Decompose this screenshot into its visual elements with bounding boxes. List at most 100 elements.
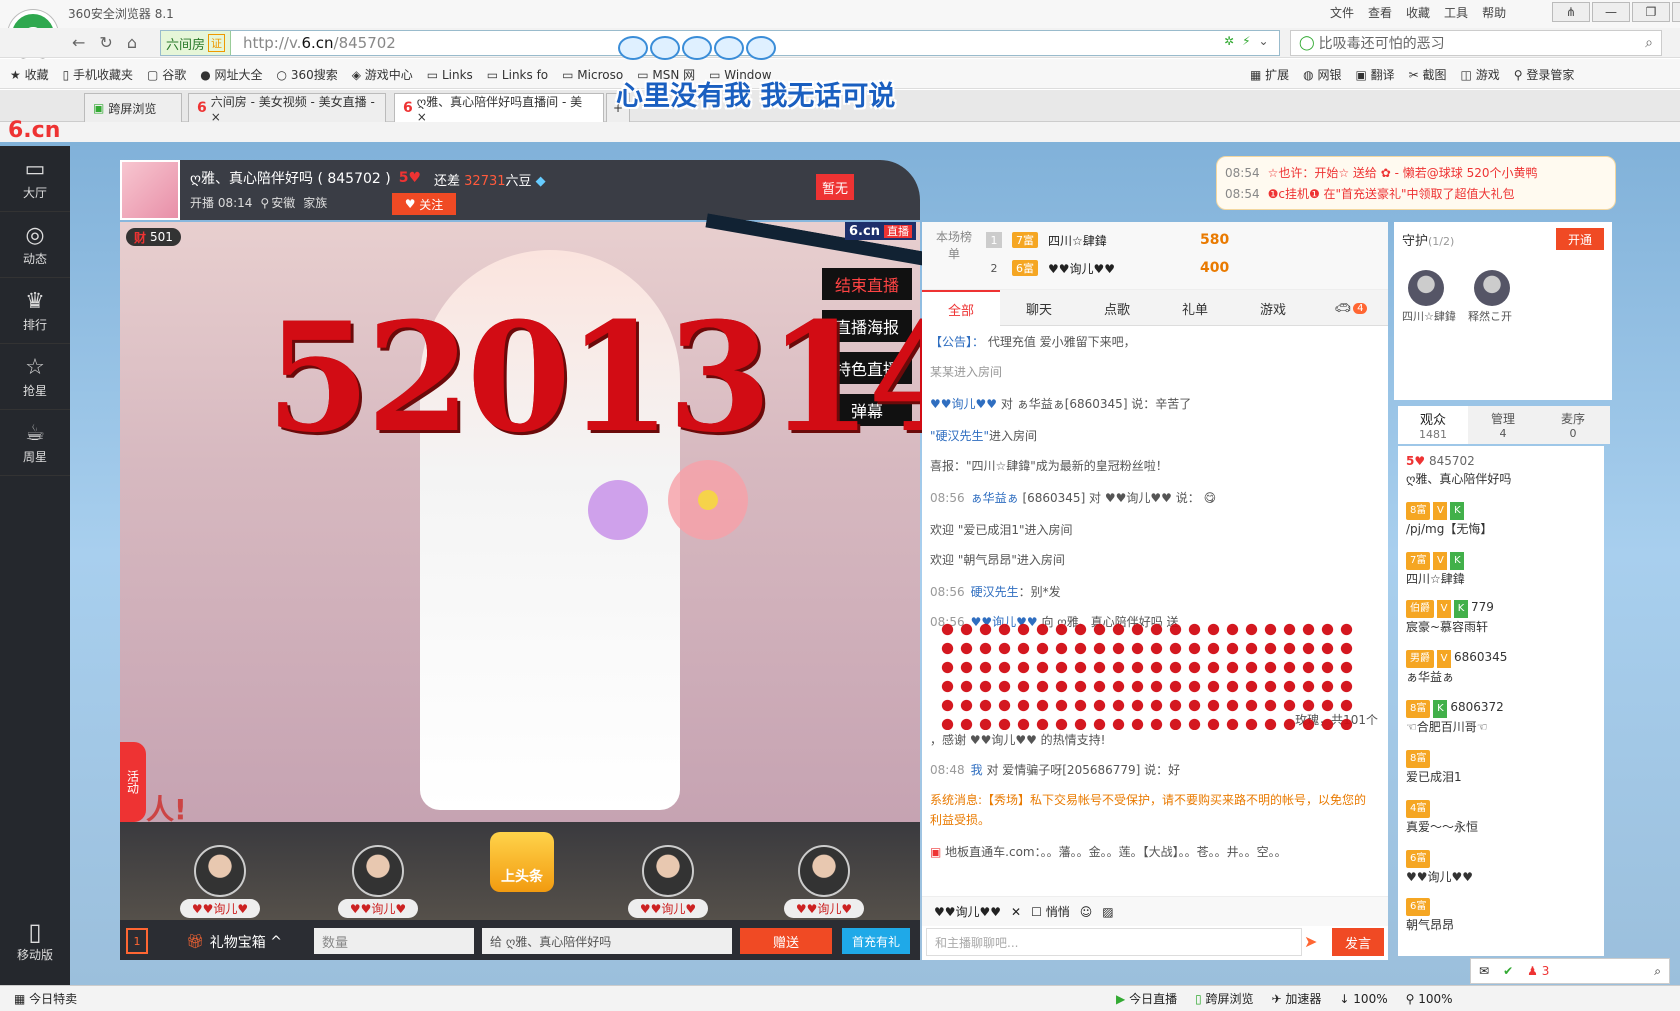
site-logo[interactable]: 6.cn xyxy=(8,118,60,143)
list-item[interactable]: 男爵 V 6860345 ぁ华益ぁ xyxy=(1406,648,1507,686)
rank-label[interactable]: 本场榜单 xyxy=(936,228,972,262)
nav-feed[interactable]: ◎ 动态 xyxy=(0,212,70,278)
quantity-input[interactable]: 数量 xyxy=(314,928,474,954)
home-icon[interactable]: ⌂ xyxy=(127,33,137,52)
search-box[interactable]: ◯ 比吸毒还可怕的恶习 ⌕ xyxy=(1290,30,1662,56)
tab-6cn-home[interactable]: 6 六间房 - 美女视频 - 美女直播 - × xyxy=(188,93,386,124)
bookmark-item[interactable]: ● 网址大全 xyxy=(200,66,262,83)
bookmark-item[interactable]: ○ 360搜索 xyxy=(277,66,338,83)
status-accelerator[interactable]: ✈ 加速器 xyxy=(1272,990,1322,1007)
fan-slot[interactable]: ♥♥询儿♥ xyxy=(776,830,872,918)
nav-rank[interactable]: ♛ 排行 xyxy=(0,278,70,344)
fan-slot[interactable]: ♥♥询儿♥ xyxy=(172,830,268,918)
status-zoom[interactable]: ⚲ 100% xyxy=(1406,992,1453,1006)
tool-login-manager[interactable]: ⚲ 登录管家 xyxy=(1514,66,1575,83)
menu-view[interactable]: 查看 xyxy=(1368,4,1392,21)
bookmark-item[interactable]: ★ 收藏 xyxy=(10,66,49,83)
car-icon[interactable]: 🚗︎ 4 xyxy=(1312,290,1390,326)
url-text[interactable]: http://v.6.cn/845702 xyxy=(243,34,396,52)
list-item[interactable]: 4富 真爱～～永恒 xyxy=(1406,798,1478,836)
list-item[interactable]: 伯爵 V K 779 宸豪~慕容雨轩 xyxy=(1406,598,1494,636)
list-item[interactable]: 8富 V K/pj/mg【无悔】 xyxy=(1406,500,1492,538)
first-recharge-button[interactable]: 首充有礼 xyxy=(842,928,910,954)
pin-button[interactable]: ⋔ xyxy=(1552,2,1590,22)
nav-weekly[interactable]: ☕ 周星 xyxy=(0,410,70,476)
bookmark-item[interactable]: ▢ 谷歌 xyxy=(147,66,186,83)
tab-mic-queue[interactable]: 麦序 0 xyxy=(1538,406,1608,444)
tool-translate[interactable]: ▣ 翻译 xyxy=(1355,66,1394,83)
bookmark-item[interactable]: ▭ Links xyxy=(427,68,473,82)
mail-icon[interactable]: ✉ xyxy=(1479,964,1489,978)
tab-games[interactable]: 游戏 xyxy=(1234,290,1312,326)
tool-screenshot[interactable]: ✂ 截图 xyxy=(1409,66,1447,83)
anchor-avatar[interactable] xyxy=(120,160,180,220)
bookmark-item[interactable]: ▭ Links fo xyxy=(487,68,548,82)
fan-slot[interactable]: ♥♥询儿♥ xyxy=(330,830,426,918)
tab-giftlist[interactable]: 礼单 xyxy=(1156,290,1234,326)
bookmark-item[interactable]: ◈ 游戏中心 xyxy=(352,66,413,83)
tool-ebank[interactable]: ◍ 网银 xyxy=(1303,66,1341,83)
status-cross-screen[interactable]: ▯ 跨屏浏览 xyxy=(1195,990,1253,1007)
tab-cross-screen[interactable]: ▣ 跨屏浏览 xyxy=(84,93,182,122)
search-input[interactable]: 比吸毒还可怕的恶习 xyxy=(1319,33,1445,53)
back-icon[interactable]: ← xyxy=(72,33,85,52)
menu-help[interactable]: 帮助 xyxy=(1482,4,1506,21)
nav-hall[interactable]: ▭ 大厅 xyxy=(0,146,70,212)
tab-all[interactable]: 全部 xyxy=(922,290,1000,326)
chat-target[interactable]: ♥♥询儿♥♥ xyxy=(934,903,1001,920)
list-item[interactable]: 8富 K 6806372 ☜合肥百川哥☜ xyxy=(1406,698,1504,736)
tool-games[interactable]: ◫ 游戏 xyxy=(1461,66,1500,83)
emoji-icon[interactable]: ☺ xyxy=(1080,905,1093,919)
minimize-button[interactable]: — xyxy=(1592,2,1630,22)
nav-star[interactable]: ☆ 抢星 xyxy=(0,344,70,410)
bookmark-item[interactable]: ▯ 手机收藏夹 xyxy=(63,66,133,83)
maximize-button[interactable]: ❐ xyxy=(1632,2,1670,22)
menu-favorites[interactable]: 收藏 xyxy=(1406,4,1430,21)
send-arrow-icon[interactable]: ➤ xyxy=(1304,932,1317,951)
user-icon[interactable]: ♟ 3 xyxy=(1527,964,1549,978)
guard-avatar[interactable] xyxy=(1408,270,1444,306)
send-gift-button[interactable]: 赠送 xyxy=(740,928,832,954)
site-identity-chip[interactable]: 六间房 证 xyxy=(161,31,232,55)
check-icon[interactable]: ✔ xyxy=(1503,964,1513,978)
tab-live-room[interactable]: 6 ღ雅、真心陪伴好吗直播间 - 美 × xyxy=(394,93,604,124)
tab-audience[interactable]: 观众 1481 xyxy=(1398,406,1468,444)
mobile-version[interactable]: ▯ 移动版 xyxy=(8,918,62,963)
list-item[interactable]: 7富 V K 四川☆肆鍏 xyxy=(1406,550,1467,588)
tab-song[interactable]: 点歌 xyxy=(1078,290,1156,326)
list-item[interactable]: 5♥ 845702 ღ雅、真心陪伴好吗 xyxy=(1406,452,1511,488)
follow-button[interactable]: ♥ 关注 xyxy=(392,193,456,215)
speed-icon[interactable]: ✲ xyxy=(1224,34,1234,48)
close-button[interactable]: ✕ xyxy=(1672,2,1680,22)
wallet-icon[interactable]: 1 xyxy=(126,928,148,954)
status-today-live[interactable]: ▶ 今日直播 xyxy=(1116,990,1177,1007)
search-icon[interactable]: ⌕ xyxy=(1645,35,1653,51)
status-download[interactable]: ↓ 100% xyxy=(1339,992,1387,1006)
fan-slot[interactable]: ♥♥询儿♥ xyxy=(620,830,716,918)
open-guard-button[interactable]: 开通 xyxy=(1556,228,1604,250)
activity-tab[interactable]: 活动 xyxy=(120,742,146,822)
headline-button[interactable]: 上头条 xyxy=(490,832,554,892)
send-message-button[interactable]: 发言 xyxy=(1332,928,1384,956)
search-icon[interactable]: ⌕ xyxy=(1654,964,1661,979)
image-icon[interactable]: ▨ xyxy=(1102,905,1113,919)
rank-row[interactable]: 2 6富 ♥♥询儿♥♥ 400 xyxy=(986,256,1229,280)
status-today-sale[interactable]: ▦ 今日特卖 xyxy=(14,990,77,1007)
tab-chat[interactable]: 聊天 xyxy=(1000,290,1078,326)
close-icon[interactable]: ✕ xyxy=(1011,905,1021,919)
whisper-checkbox[interactable]: ☐ 悄悄 xyxy=(1031,903,1070,920)
list-item[interactable]: 6富 ♥♥询儿♥♥ xyxy=(1406,848,1473,886)
list-item[interactable]: 8富 爱已成泪1 xyxy=(1406,748,1462,786)
list-item[interactable]: 6富 朝气昂昂 xyxy=(1406,896,1454,934)
bookmark-item[interactable]: ▭ Microso xyxy=(562,68,623,82)
tool-extensions[interactable]: ▦ 扩展 xyxy=(1250,66,1289,83)
guard-avatar[interactable] xyxy=(1474,270,1510,306)
menu-tools[interactable]: 工具 xyxy=(1444,4,1468,21)
tab-admins[interactable]: 管理 4 xyxy=(1468,406,1538,444)
menu-file[interactable]: 文件 xyxy=(1330,4,1354,21)
rank-row[interactable]: 1 7富 四川☆肆鍏 580 xyxy=(986,228,1229,252)
refresh-icon[interactable]: ↻ xyxy=(99,33,112,52)
chat-input[interactable]: 和主播聊聊吧... xyxy=(926,928,1302,956)
giftbox-button[interactable]: 🎁︎ 礼物宝箱 ^ xyxy=(186,932,282,952)
recipient-select[interactable]: 给 ღ雅、真心陪伴好吗 xyxy=(482,928,732,954)
